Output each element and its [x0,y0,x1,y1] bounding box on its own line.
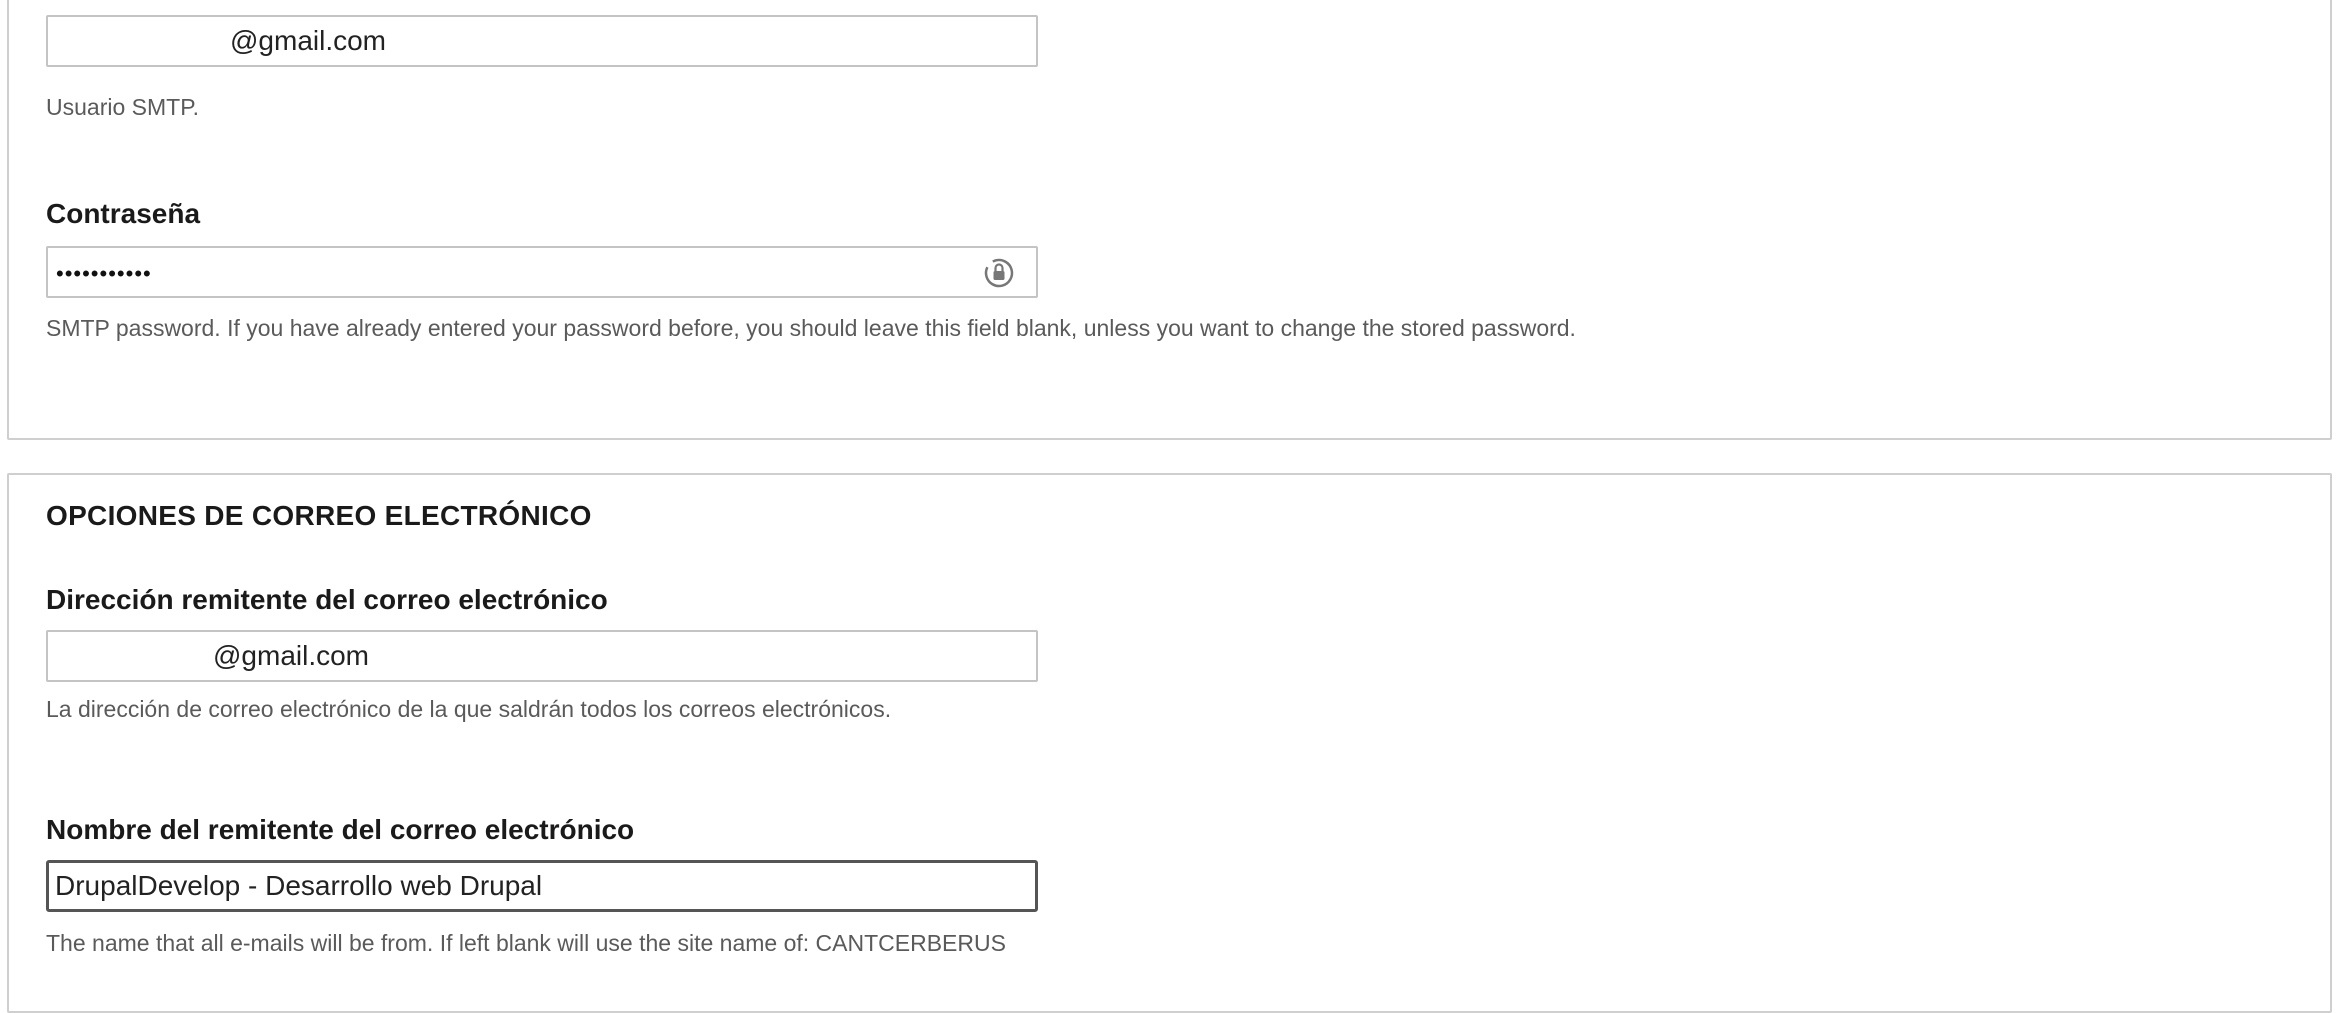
smtp-username-description: Usuario SMTP. [46,94,199,120]
password-manager-icon[interactable] [982,256,1016,290]
from-address-value: @gmail.com [213,640,370,671]
from-address-input[interactable]: @gmail.com [46,630,1038,682]
smtp-username-value: @gmail.com [230,25,387,56]
smtp-server-fieldset: @gmail.com Usuario SMTP. Contraseña ••••… [7,0,2332,440]
smtp-username-input[interactable]: @gmail.com [46,15,1038,67]
smtp-password-description: SMTP password. If you have already enter… [46,315,1576,341]
email-options-legend: OPCIONES DE CORREO ELECTRÓNICO [46,500,592,531]
from-address-label: Dirección remitente del correo electróni… [46,584,608,615]
from-address-description: La dirección de correo electrónico de la… [46,696,892,722]
from-name-value: DrupalDevelop - Desarrollo web Drupal [55,870,543,901]
smtp-password-masked: ••••••••••• [56,261,152,286]
smtp-password-input[interactable]: ••••••••••• [46,246,1038,298]
smtp-password-label: Contraseña [46,198,201,229]
from-name-label: Nombre del remitente del correo electrón… [46,814,635,845]
email-options-fieldset: OPCIONES DE CORREO ELECTRÓNICO Dirección… [7,473,2332,1013]
from-name-description: The name that all e-mails will be from. … [46,930,1006,956]
from-name-input[interactable]: DrupalDevelop - Desarrollo web Drupal [46,860,1038,912]
